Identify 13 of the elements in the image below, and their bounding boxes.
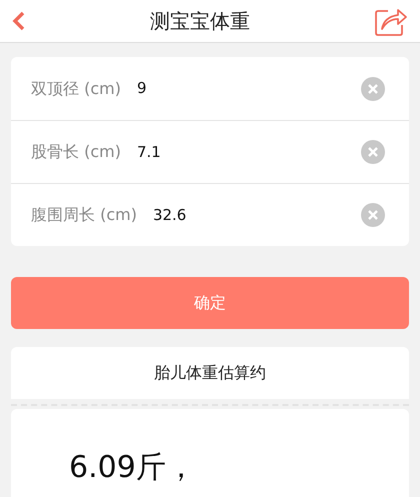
clear-icon[interactable] — [361, 140, 385, 164]
input-field[interactable]: 9 — [136, 77, 361, 100]
field-label: 双顶径 (cm) — [31, 78, 121, 100]
field-label: 股骨长 (cm) — [31, 141, 121, 163]
result-value: 6.09斤， — [69, 448, 196, 486]
page-title: 测宝宝体重 — [150, 8, 250, 35]
clear-icon[interactable] — [361, 203, 385, 227]
back-icon[interactable] — [12, 11, 26, 31]
result-heading: 胎儿体重估算约 — [154, 362, 266, 384]
input-field[interactable]: 7.1 — [136, 140, 361, 164]
field-label: 腹围周长 (cm) — [31, 204, 137, 226]
input-field[interactable]: 32.6 — [152, 204, 361, 226]
clear-icon[interactable] — [361, 76, 385, 100]
